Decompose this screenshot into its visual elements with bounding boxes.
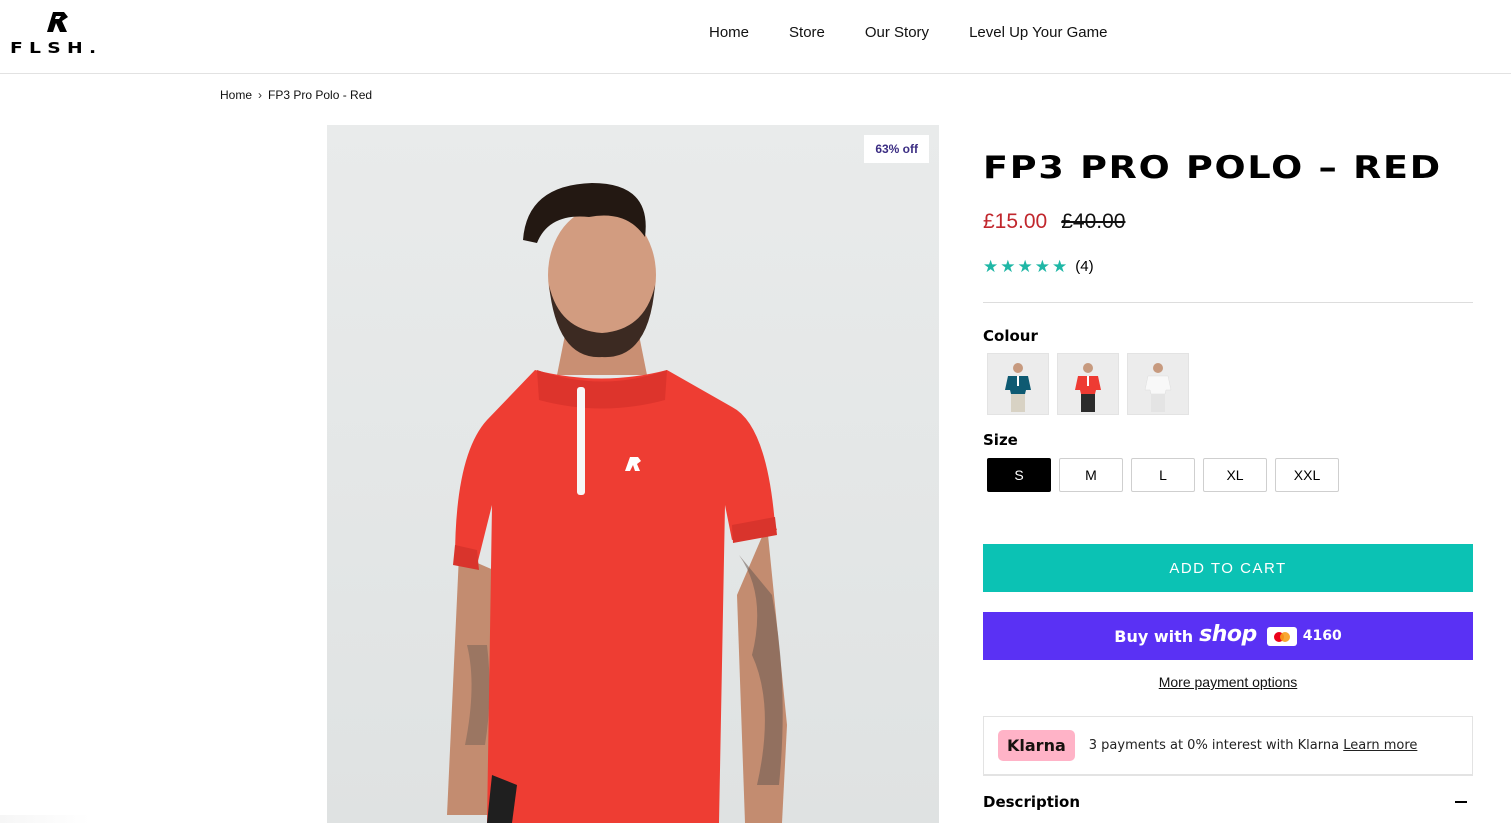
more-payment-options-link[interactable]: More payment options: [983, 674, 1473, 690]
size-label: Size: [983, 431, 1018, 449]
size-options: S M L XL XXL: [987, 458, 1339, 492]
product-photo: [447, 183, 787, 823]
description-title: Description: [983, 793, 1081, 811]
nav-store[interactable]: Store: [789, 24, 825, 41]
size-option-s[interactable]: S: [987, 458, 1051, 492]
swatch-thumbnail: [1005, 363, 1031, 412]
size-option-xxl[interactable]: XXL: [1275, 458, 1339, 492]
nav-level-up[interactable]: Level Up Your Game: [969, 24, 1107, 41]
card-last4: 4160: [1302, 628, 1342, 644]
klarna-logo: Klarna: [998, 730, 1075, 761]
breadcrumb: Home › FP3 Pro Polo - Red: [220, 88, 372, 102]
star-icon: ★: [1017, 257, 1033, 276]
klarna-banner: Klarna 3 payments at 0% interest with Kl…: [983, 716, 1473, 776]
product-info: FP3 PRO POLO – RED £15.00 £40.00 ★ ★ ★ ★…: [983, 150, 1473, 811]
brand-logo[interactable]: FLSH.: [10, 12, 103, 57]
klarna-learn-more-link[interactable]: Learn more: [1343, 738, 1417, 753]
star-icon: ★: [1000, 257, 1016, 276]
rating-stars: ★ ★ ★ ★ ★: [983, 258, 1067, 275]
chevron-right-icon: ›: [258, 88, 263, 102]
colour-swatch-teal[interactable]: [987, 353, 1049, 415]
product-image[interactable]: 63% off: [327, 125, 939, 823]
minus-icon[interactable]: [1455, 801, 1467, 803]
swatch-thumbnail: [1144, 363, 1172, 412]
nav-home[interactable]: Home: [709, 24, 749, 41]
add-to-cart-button[interactable]: ADD TO CART: [983, 544, 1473, 592]
review-count[interactable]: (4): [1075, 258, 1093, 275]
colour-swatch-white[interactable]: [1127, 353, 1189, 415]
price-group: £15.00 £40.00: [983, 210, 1125, 234]
star-icon: ★: [1034, 257, 1050, 276]
nav-our-story[interactable]: Our Story: [865, 24, 929, 41]
size-option-xl[interactable]: XL: [1203, 458, 1267, 492]
discount-badge: 63% off: [864, 135, 929, 163]
product-title: FP3 PRO POLO – RED: [983, 150, 1442, 186]
logo-wordmark: FLSH.: [10, 39, 103, 57]
rating[interactable]: ★ ★ ★ ★ ★ (4): [983, 258, 1094, 275]
size-option-m[interactable]: M: [1059, 458, 1123, 492]
sale-price: £15.00: [983, 210, 1048, 233]
description-accordion[interactable]: Description: [983, 793, 1473, 811]
star-icon: ★: [983, 257, 999, 276]
size-option-l[interactable]: L: [1131, 458, 1195, 492]
shop-pay-label: Buy with: [1114, 626, 1194, 646]
original-price: £40.00: [1061, 210, 1126, 233]
mastercard-icon: [1266, 626, 1297, 646]
swatch-thumbnail: [1075, 363, 1101, 412]
star-icon: ★: [1052, 257, 1068, 276]
colour-swatches: [987, 353, 1189, 415]
corner-shadow: [0, 815, 90, 823]
breadcrumb-current: FP3 Pro Polo - Red: [268, 88, 373, 102]
shop-pay-button[interactable]: Buy with shop 4160: [983, 612, 1473, 660]
breadcrumb-home[interactable]: Home: [220, 88, 252, 102]
klarna-text: 3 payments at 0% interest with Klarna Le…: [1089, 738, 1418, 753]
klarna-message: 3 payments at 0% interest with Klarna: [1088, 738, 1340, 753]
colour-swatch-red[interactable]: [1057, 353, 1119, 415]
divider: [983, 302, 1473, 303]
colour-label: Colour: [983, 327, 1038, 345]
shop-pay-logo: shop: [1199, 621, 1257, 647]
main-nav: Home Store Our Story Level Up Your Game: [709, 24, 1107, 41]
logo-mark-icon: [47, 12, 68, 32]
site-header: FLSH. Home Store Our Story Level Up Your…: [0, 0, 1511, 74]
